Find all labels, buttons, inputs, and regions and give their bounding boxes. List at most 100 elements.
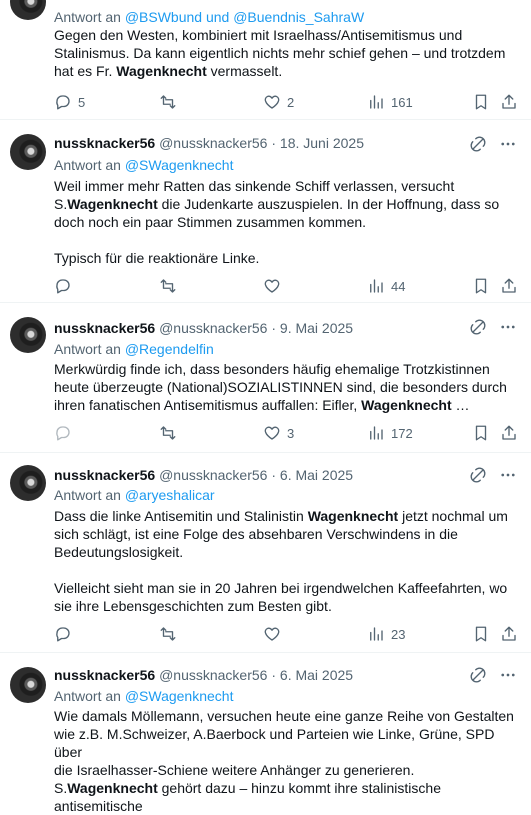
tweet-text: Gegen den Westen, kombiniert mit Israelh… bbox=[54, 27, 506, 79]
more-icon[interactable] bbox=[499, 135, 517, 153]
retweet-button[interactable] bbox=[159, 423, 183, 443]
share-icon bbox=[502, 278, 516, 293]
share-button[interactable] bbox=[500, 276, 518, 296]
timestamp[interactable]: 9. Mai 2025 bbox=[280, 320, 353, 336]
reply-context: Antwort an @Regendelfin bbox=[54, 341, 214, 357]
reply-context: Antwort an @BSWbund und @Buendnis_SahraW bbox=[54, 9, 365, 25]
tweet-text: Dass die linke Antisemitin und Stalinist… bbox=[54, 508, 508, 614]
bookmark-button[interactable] bbox=[472, 276, 490, 296]
bookmark-icon bbox=[475, 626, 487, 642]
tweet-actions: 5 2 161 bbox=[54, 92, 524, 112]
display-name[interactable]: nussknacker56 bbox=[54, 467, 155, 483]
reply-mention-link[interactable]: @aryeshalicar bbox=[125, 487, 215, 503]
reply-mention-link[interactable]: @BSWbund und @Buendnis_SahraW bbox=[125, 9, 364, 25]
reply-button[interactable]: 5 bbox=[54, 92, 85, 112]
views-button[interactable]: 172 bbox=[367, 423, 413, 443]
display-name[interactable]: nussknacker56 bbox=[54, 135, 155, 151]
grok-icon[interactable] bbox=[469, 318, 487, 336]
reply-icon bbox=[56, 279, 70, 294]
timestamp[interactable]: 6. Mai 2025 bbox=[280, 467, 353, 483]
tweet-header: nussknacker56 @nussknacker56 · 6. Mai 20… bbox=[54, 667, 354, 683]
bookmark-icon bbox=[475, 425, 487, 441]
tweet-top-actions bbox=[469, 466, 517, 484]
retweet-button[interactable] bbox=[159, 624, 183, 644]
tweet-text: Weil immer mehr Ratten das sinkende Schi… bbox=[54, 178, 500, 266]
like-icon bbox=[264, 95, 280, 109]
views-button[interactable]: 161 bbox=[367, 92, 413, 112]
reply-context: Antwort an @aryeshalicar bbox=[54, 487, 215, 503]
reply-context: Antwort an @SWagenknecht bbox=[54, 157, 234, 173]
display-name[interactable]: nussknacker56 bbox=[54, 667, 155, 683]
share-icon bbox=[502, 626, 516, 641]
share-button[interactable] bbox=[500, 92, 518, 112]
like-button[interactable] bbox=[263, 624, 287, 644]
reply-button[interactable] bbox=[54, 276, 78, 296]
tweet-actions: 3 172 bbox=[54, 423, 524, 443]
share-button[interactable] bbox=[500, 423, 518, 443]
bookmark-icon bbox=[475, 278, 487, 294]
views-icon bbox=[370, 627, 383, 641]
display-name[interactable]: nussknacker56 bbox=[54, 320, 155, 336]
tweet-actions: 23 bbox=[54, 624, 524, 644]
user-handle[interactable]: @nussknacker56 bbox=[159, 667, 267, 683]
retweet-icon bbox=[160, 279, 176, 293]
retweet-icon bbox=[160, 426, 176, 440]
timestamp[interactable]: 18. Juni 2025 bbox=[280, 135, 364, 151]
like-icon bbox=[264, 279, 280, 293]
avatar[interactable] bbox=[10, 465, 46, 501]
bookmark-button[interactable] bbox=[472, 624, 490, 644]
reply-button[interactable] bbox=[54, 624, 78, 644]
user-handle[interactable]: @nussknacker56 bbox=[159, 320, 267, 336]
tweet-text: Wie damals Möllemann, versuchen heute ei… bbox=[54, 708, 514, 814]
share-icon bbox=[502, 94, 516, 109]
views-icon bbox=[370, 426, 383, 440]
grok-icon[interactable] bbox=[469, 466, 487, 484]
more-icon[interactable] bbox=[499, 466, 517, 484]
retweet-icon bbox=[160, 627, 176, 641]
tweet-top-actions bbox=[469, 135, 517, 153]
reply-icon bbox=[56, 95, 70, 110]
user-handle[interactable]: @nussknacker56 bbox=[159, 467, 267, 483]
reply-mention-link[interactable]: @SWagenknecht bbox=[125, 688, 234, 704]
user-handle[interactable]: @nussknacker56 bbox=[159, 135, 267, 151]
retweet-icon bbox=[160, 95, 176, 109]
tweet[interactable]: nussknacker56 @nussknacker56 · 18. Juni … bbox=[0, 120, 531, 303]
like-button[interactable]: 3 bbox=[263, 423, 294, 443]
tweet[interactable]: Antwort an @BSWbund und @Buendnis_SahraW… bbox=[0, 0, 531, 120]
tweet-header: nussknacker56 @nussknacker56 · 9. Mai 20… bbox=[54, 320, 354, 336]
grok-icon[interactable] bbox=[469, 666, 487, 684]
views-icon bbox=[370, 279, 383, 293]
tweet[interactable]: nussknacker56 @nussknacker56 · 6. Mai 20… bbox=[0, 453, 531, 653]
like-button[interactable] bbox=[263, 276, 287, 296]
like-icon bbox=[264, 627, 280, 641]
bookmark-button[interactable] bbox=[472, 423, 490, 443]
bookmark-icon bbox=[475, 94, 487, 110]
views-button[interactable]: 23 bbox=[367, 624, 405, 644]
retweet-button[interactable] bbox=[159, 276, 183, 296]
more-icon[interactable] bbox=[499, 666, 517, 684]
reply-mention-link[interactable]: @SWagenknecht bbox=[125, 157, 234, 173]
like-button[interactable]: 2 bbox=[263, 92, 294, 112]
views-button[interactable]: 44 bbox=[367, 276, 405, 296]
share-button[interactable] bbox=[500, 624, 518, 644]
reply-mention-link[interactable]: @Regendelfin bbox=[125, 341, 214, 357]
grok-icon[interactable] bbox=[469, 135, 487, 153]
tweet-text: Merkwürdig finde ich, dass besonders häu… bbox=[54, 361, 507, 413]
reply-icon bbox=[56, 426, 70, 441]
reply-button[interactable] bbox=[54, 423, 78, 443]
avatar[interactable] bbox=[10, 134, 46, 170]
avatar[interactable] bbox=[10, 0, 46, 20]
avatar[interactable] bbox=[10, 317, 46, 353]
more-icon[interactable] bbox=[499, 318, 517, 336]
avatar[interactable] bbox=[10, 667, 46, 703]
timestamp[interactable]: 6. Mai 2025 bbox=[280, 667, 353, 683]
views-icon bbox=[370, 95, 383, 109]
tweet-header: nussknacker56 @nussknacker56 · 6. Mai 20… bbox=[54, 467, 354, 483]
retweet-button[interactable] bbox=[159, 92, 183, 112]
tweet[interactable]: nussknacker56 @nussknacker56 · 9. Mai 20… bbox=[0, 303, 531, 453]
tweet[interactable]: nussknacker56 @nussknacker56 · 6. Mai 20… bbox=[0, 653, 531, 814]
bookmark-button[interactable] bbox=[472, 92, 490, 112]
tweet-actions: 44 bbox=[54, 276, 524, 296]
reply-context: Antwort an @SWagenknecht bbox=[54, 688, 234, 704]
share-icon bbox=[502, 425, 516, 440]
